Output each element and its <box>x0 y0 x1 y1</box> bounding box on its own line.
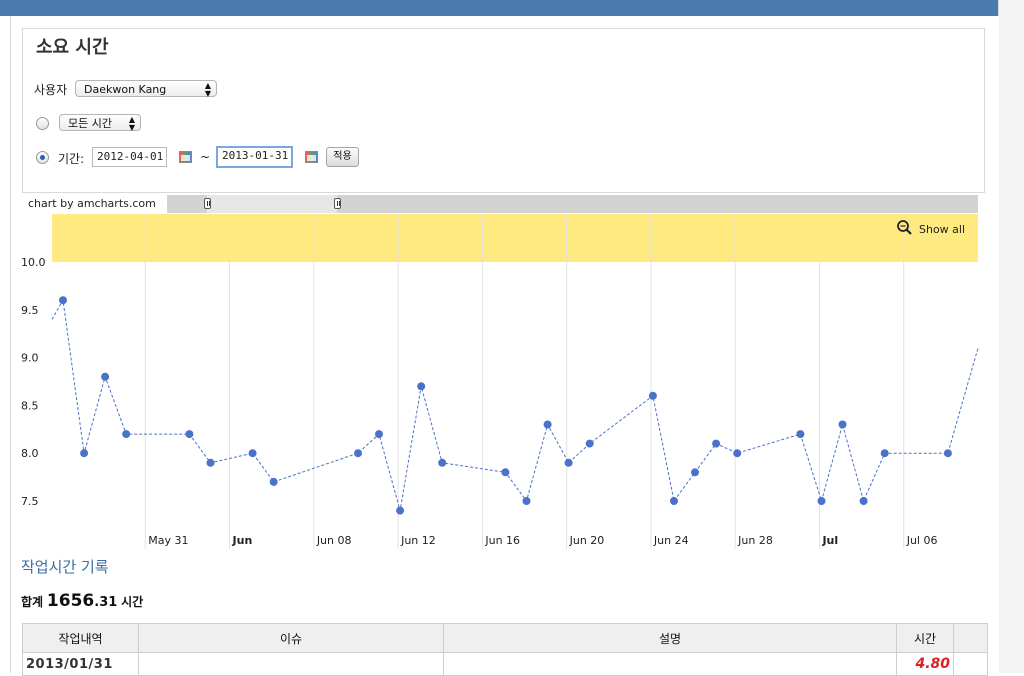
row-hours: 4.80 <box>896 652 954 676</box>
scrollbar-right-grip-icon[interactable] <box>334 198 341 209</box>
calendar-icon[interactable] <box>179 151 192 163</box>
total-unit: 시간 <box>121 595 144 609</box>
col-work[interactable]: 작업내역 <box>22 623 139 653</box>
period-label: 기간: <box>58 152 85 166</box>
chart-scrollbar[interactable] <box>167 195 978 213</box>
total-hours: 합계 1656.31 시간 <box>21 591 143 611</box>
row-issue <box>138 652 444 676</box>
user-select-value: Daekwon Kang <box>84 83 167 96</box>
top-header-bar <box>0 0 998 16</box>
col-actions <box>953 623 988 653</box>
window-scrollbar[interactable] <box>998 0 1024 673</box>
all-time-select-value: 모든 시간 <box>68 117 112 130</box>
select-arrows-icon: ▲ ▼ <box>204 81 211 98</box>
user-label: 사용자 <box>34 83 68 97</box>
chart-scrollbar-selection[interactable] <box>207 195 337 213</box>
row-actions <box>953 652 988 676</box>
scrollbar-left-grip-icon[interactable] <box>204 198 211 209</box>
total-int: 1656 <box>46 591 95 611</box>
row-description <box>443 652 897 676</box>
apply-button[interactable]: 적용 <box>326 147 359 167</box>
table-header-row: 작업내역 이슈 설명 시간 <box>22 623 988 653</box>
work-log-title: 작업시간 기록 <box>21 558 109 576</box>
table-row: 2013/01/31 4.80 <box>22 652 988 676</box>
all-time-select[interactable]: 모든 시간 ▲ ▼ <box>59 114 141 132</box>
total-label: 합계 <box>21 595 44 609</box>
select-arrows-icon: ▲ ▼ <box>128 115 135 132</box>
calendar-icon[interactable] <box>305 151 318 163</box>
time-filter-fieldset <box>22 28 985 193</box>
start-date-input[interactable]: 2012-04-01 <box>92 147 167 167</box>
col-description[interactable]: 설명 <box>443 623 897 653</box>
radio-all-time[interactable] <box>36 117 49 130</box>
col-issue[interactable]: 이슈 <box>138 623 444 653</box>
radio-period[interactable] <box>36 151 49 164</box>
user-select[interactable]: Daekwon Kang ▲ ▼ <box>75 80 217 98</box>
total-frac: .31 <box>94 595 118 610</box>
row-date: 2013/01/31 <box>22 652 139 676</box>
chart-credit[interactable]: chart by amcharts.com <box>22 195 167 213</box>
end-date-input[interactable]: 2013-01-31 <box>216 146 293 168</box>
range-separator: ~ <box>200 150 211 164</box>
filter-title: 소요 시간 <box>30 33 115 59</box>
col-hours[interactable]: 시간 <box>896 623 954 653</box>
work-log-table: 작업내역 이슈 설명 시간 2013/01/31 4.80 <box>22 623 988 676</box>
